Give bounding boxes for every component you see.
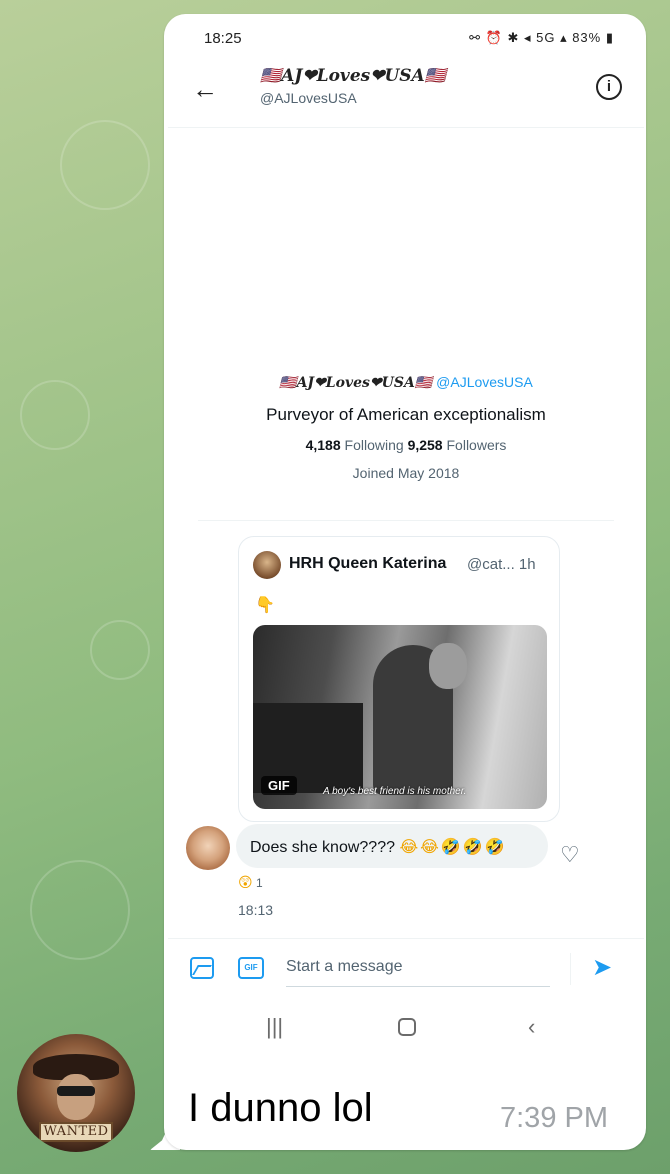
header-handle: @AJLovesUSA (260, 90, 357, 106)
message-sender-avatar[interactable] (186, 826, 230, 870)
message-time: 18:13 (238, 902, 274, 918)
profile-name-line: 🇺🇸AJ❤Loves❤USA🇺🇸 @AJLovesUSA (168, 374, 644, 391)
profile-summary: 🇺🇸AJ❤Loves❤USA🇺🇸 @AJLovesUSA Purveyor of… (168, 374, 644, 481)
tweet-author-name[interactable]: HRH Queen Katerina (289, 555, 446, 573)
reaction-emoji: 😲 (238, 874, 253, 890)
profile-handle[interactable]: @AJLovesUSA (436, 374, 533, 390)
status-bar: 18:25 ⚯ ⏰ ✱ ◂ 5G ▴ 83% ▮ (168, 14, 644, 60)
following-label[interactable]: Following (345, 437, 404, 453)
reaction-count: 1 (255, 876, 263, 890)
profile-display-name: 🇺🇸AJ❤Loves❤USA🇺🇸 (279, 375, 433, 391)
following-count[interactable]: 4,188 (306, 437, 341, 453)
avatar-face (57, 1074, 95, 1120)
add-reaction-heart-icon[interactable]: ♡ (560, 842, 580, 868)
composer-separator (570, 953, 571, 985)
send-icon[interactable]: ➤ (592, 953, 612, 982)
profile-stats: 4,188 Following 9,258 Followers (168, 437, 644, 453)
gif-caption: A boy's best friend is his mother. (323, 786, 467, 797)
tweet-meta: @cat... 1h (467, 556, 536, 573)
tweet-gif[interactable]: GIF A boy's best friend is his mother. (253, 625, 547, 809)
avatar-glasses (57, 1086, 95, 1096)
shared-tweet-card[interactable]: HRH Queen Katerina @cat... 1h 👇 GIF A bo… (238, 536, 560, 822)
background-doodle (30, 860, 130, 960)
telegram-message-time: 7:39 PM (500, 1102, 608, 1134)
status-icons: ⚯ ⏰ ✱ ◂ 5G ▴ 83% ▮ (469, 30, 614, 45)
sender-avatar[interactable]: WANTED (17, 1034, 135, 1152)
followers-label[interactable]: Followers (447, 437, 507, 453)
back-arrow-icon[interactable]: ← (192, 74, 218, 105)
profile-bio: Purveyor of American exceptionalism (266, 405, 546, 424)
message-input[interactable] (286, 947, 550, 987)
background-doodle (90, 620, 150, 680)
header-display-name: 🇺🇸AJ❤Loves❤USA🇺🇸 (260, 66, 446, 86)
followers-count[interactable]: 9,258 (408, 437, 443, 453)
joined-date: Joined May 2018 (352, 465, 460, 481)
status-time: 18:25 (204, 30, 242, 47)
screenshot-image[interactable]: 18:25 ⚯ ⏰ ✱ ◂ 5G ▴ 83% ▮ ← 🇺🇸AJ❤Loves❤US… (168, 14, 644, 1090)
tweet-text: 👇 (255, 597, 275, 614)
message-composer: GIF ➤ (168, 938, 644, 994)
android-navbar: ||| ‹ (168, 1010, 644, 1050)
dm-message-text: Does she know???? (250, 839, 395, 856)
back-nav-icon[interactable]: ‹ (528, 1014, 535, 1040)
gif-scene-head (429, 643, 467, 689)
tweet-author-avatar[interactable] (253, 551, 281, 579)
avatar-wanted-label: WANTED (39, 1122, 113, 1142)
divider (198, 520, 614, 521)
dm-message-bubble[interactable]: Does she know???? 😂😂🤣🤣🤣 (236, 824, 548, 868)
image-icon[interactable] (190, 957, 214, 979)
telegram-message-text: I dunno lol (188, 1086, 373, 1130)
info-icon[interactable]: i (596, 74, 622, 100)
gif-icon[interactable]: GIF (238, 957, 264, 979)
background-doodle (60, 120, 150, 210)
gif-badge: GIF (261, 776, 297, 795)
reaction-chip[interactable]: 😲 1 (238, 874, 263, 891)
dm-header: ← 🇺🇸AJ❤Loves❤USA🇺🇸 @AJLovesUSA i (168, 62, 644, 128)
dm-message-emojis: 😂😂🤣🤣🤣 (399, 839, 507, 856)
home-icon[interactable] (398, 1018, 416, 1036)
recents-icon[interactable]: ||| (266, 1014, 283, 1040)
background-doodle (20, 380, 90, 450)
